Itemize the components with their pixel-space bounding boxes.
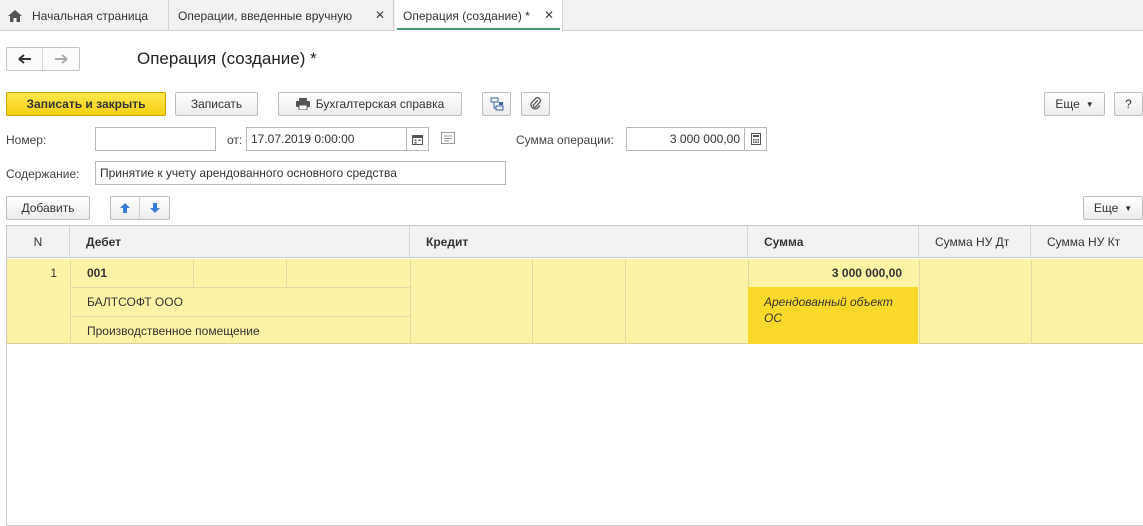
forward-button[interactable] xyxy=(43,48,79,70)
calendar-button[interactable] xyxy=(407,127,429,151)
add-row-button[interactable]: Добавить xyxy=(6,196,90,220)
entries-table[interactable]: N Дебет Кредит Сумма Сумма НУ Дт Сумма Н… xyxy=(6,225,1143,526)
tab-manual-operations-label: Операции, введенные вручную xyxy=(178,8,353,23)
amount-input[interactable]: 3 000 000,00 xyxy=(626,127,745,151)
document-structure-icon xyxy=(490,97,503,111)
grid-line xyxy=(1031,259,1032,344)
chevron-down-icon: ▼ xyxy=(1124,203,1133,213)
printer-icon xyxy=(295,98,310,110)
grid-line xyxy=(919,259,920,344)
column-header-amount[interactable]: Сумма xyxy=(748,226,919,258)
tab-manual-operations[interactable]: Операции, введенные вручную ✕ xyxy=(170,0,394,31)
date-input[interactable]: 17.07.2019 0:00:00 xyxy=(246,127,407,151)
date-label: от: xyxy=(227,133,243,147)
help-button[interactable]: ? xyxy=(1114,92,1143,116)
save-and-close-button[interactable]: Записать и закрыть xyxy=(6,92,166,116)
accounting-certificate-button[interactable]: Бухгалтерская справка xyxy=(278,92,462,116)
debit-subconto-2[interactable]: Производственное помещение xyxy=(87,324,260,338)
move-up-button[interactable] xyxy=(111,197,140,219)
table-row[interactable]: 1 001 БАЛТСОФТ ООО Производственное поме… xyxy=(7,259,1143,344)
number-label: Номер: xyxy=(6,133,47,147)
column-header-tax-amount-credit[interactable]: Сумма НУ Кт xyxy=(1031,226,1143,258)
page-title: Операция (создание) * xyxy=(137,49,317,68)
grid-line xyxy=(410,259,411,344)
arrow-up-icon xyxy=(120,203,130,213)
column-header-n[interactable]: N xyxy=(7,226,70,258)
amount-note-cell[interactable]: Арендованный объект ОС xyxy=(748,287,918,344)
grid-line xyxy=(286,259,287,287)
calculator-button[interactable] xyxy=(745,127,767,151)
column-header-credit[interactable]: Кредит xyxy=(410,226,748,258)
grid-line xyxy=(70,287,410,288)
active-tab-indicator xyxy=(397,28,560,30)
attach-button[interactable] xyxy=(521,92,550,116)
tab-operation-create-label: Операция (создание) * xyxy=(403,9,530,23)
row-amount[interactable]: 3 000 000,00 xyxy=(748,266,902,280)
tab-home[interactable]: Начальная страница xyxy=(0,0,169,31)
table-more-button[interactable]: Еще ▼ xyxy=(1083,196,1143,220)
grid-line xyxy=(70,316,410,317)
more-button[interactable]: Еще ▼ xyxy=(1044,92,1105,116)
arrow-left-icon xyxy=(17,54,31,64)
grid-line xyxy=(193,259,194,287)
tab-bar: Начальная страница Операции, введенные в… xyxy=(0,0,1143,32)
more-label: Еще xyxy=(1055,97,1080,111)
accounting-certificate-label: Бухгалтерская справка xyxy=(315,97,445,111)
table-header: N Дебет Кредит Сумма Сумма НУ Дт Сумма Н… xyxy=(7,226,1143,258)
paperclip-icon xyxy=(529,97,541,110)
arrow-right-icon xyxy=(55,54,68,64)
close-icon[interactable]: ✕ xyxy=(375,8,385,22)
close-icon[interactable]: ✕ xyxy=(544,8,554,22)
calendar-icon xyxy=(412,134,423,145)
home-icon xyxy=(8,9,22,22)
grid-line xyxy=(70,259,71,344)
comment-icon[interactable] xyxy=(441,132,455,147)
arrow-down-icon xyxy=(149,203,160,213)
grid-line xyxy=(625,259,626,344)
column-header-tax-amount-debit[interactable]: Сумма НУ Дт xyxy=(919,226,1031,258)
structure-button[interactable] xyxy=(482,92,511,116)
number-input[interactable] xyxy=(95,127,216,151)
calculator-icon xyxy=(750,133,761,145)
tab-operation-create[interactable]: Операция (создание) * ✕ xyxy=(395,0,563,32)
grid-line xyxy=(532,259,533,344)
amount-label: Сумма операции: xyxy=(516,133,614,147)
save-button[interactable]: Записать xyxy=(175,92,258,116)
back-button[interactable] xyxy=(7,48,43,70)
column-header-debit[interactable]: Дебет xyxy=(70,226,410,258)
tab-home-label: Начальная страница xyxy=(32,8,149,23)
debit-subconto-1[interactable]: БАЛТСОФТ ООО xyxy=(87,295,183,309)
history-nav xyxy=(6,47,80,71)
move-buttons xyxy=(110,196,170,220)
move-down-button[interactable] xyxy=(140,197,169,219)
content-label: Содержание: xyxy=(6,167,80,181)
chevron-down-icon: ▼ xyxy=(1085,99,1094,109)
row-number: 1 xyxy=(50,266,57,280)
table-more-label: Еще xyxy=(1093,201,1119,215)
debit-account[interactable]: 001 xyxy=(87,266,107,280)
content-input[interactable]: Принятие к учету арендованного основного… xyxy=(95,161,506,185)
